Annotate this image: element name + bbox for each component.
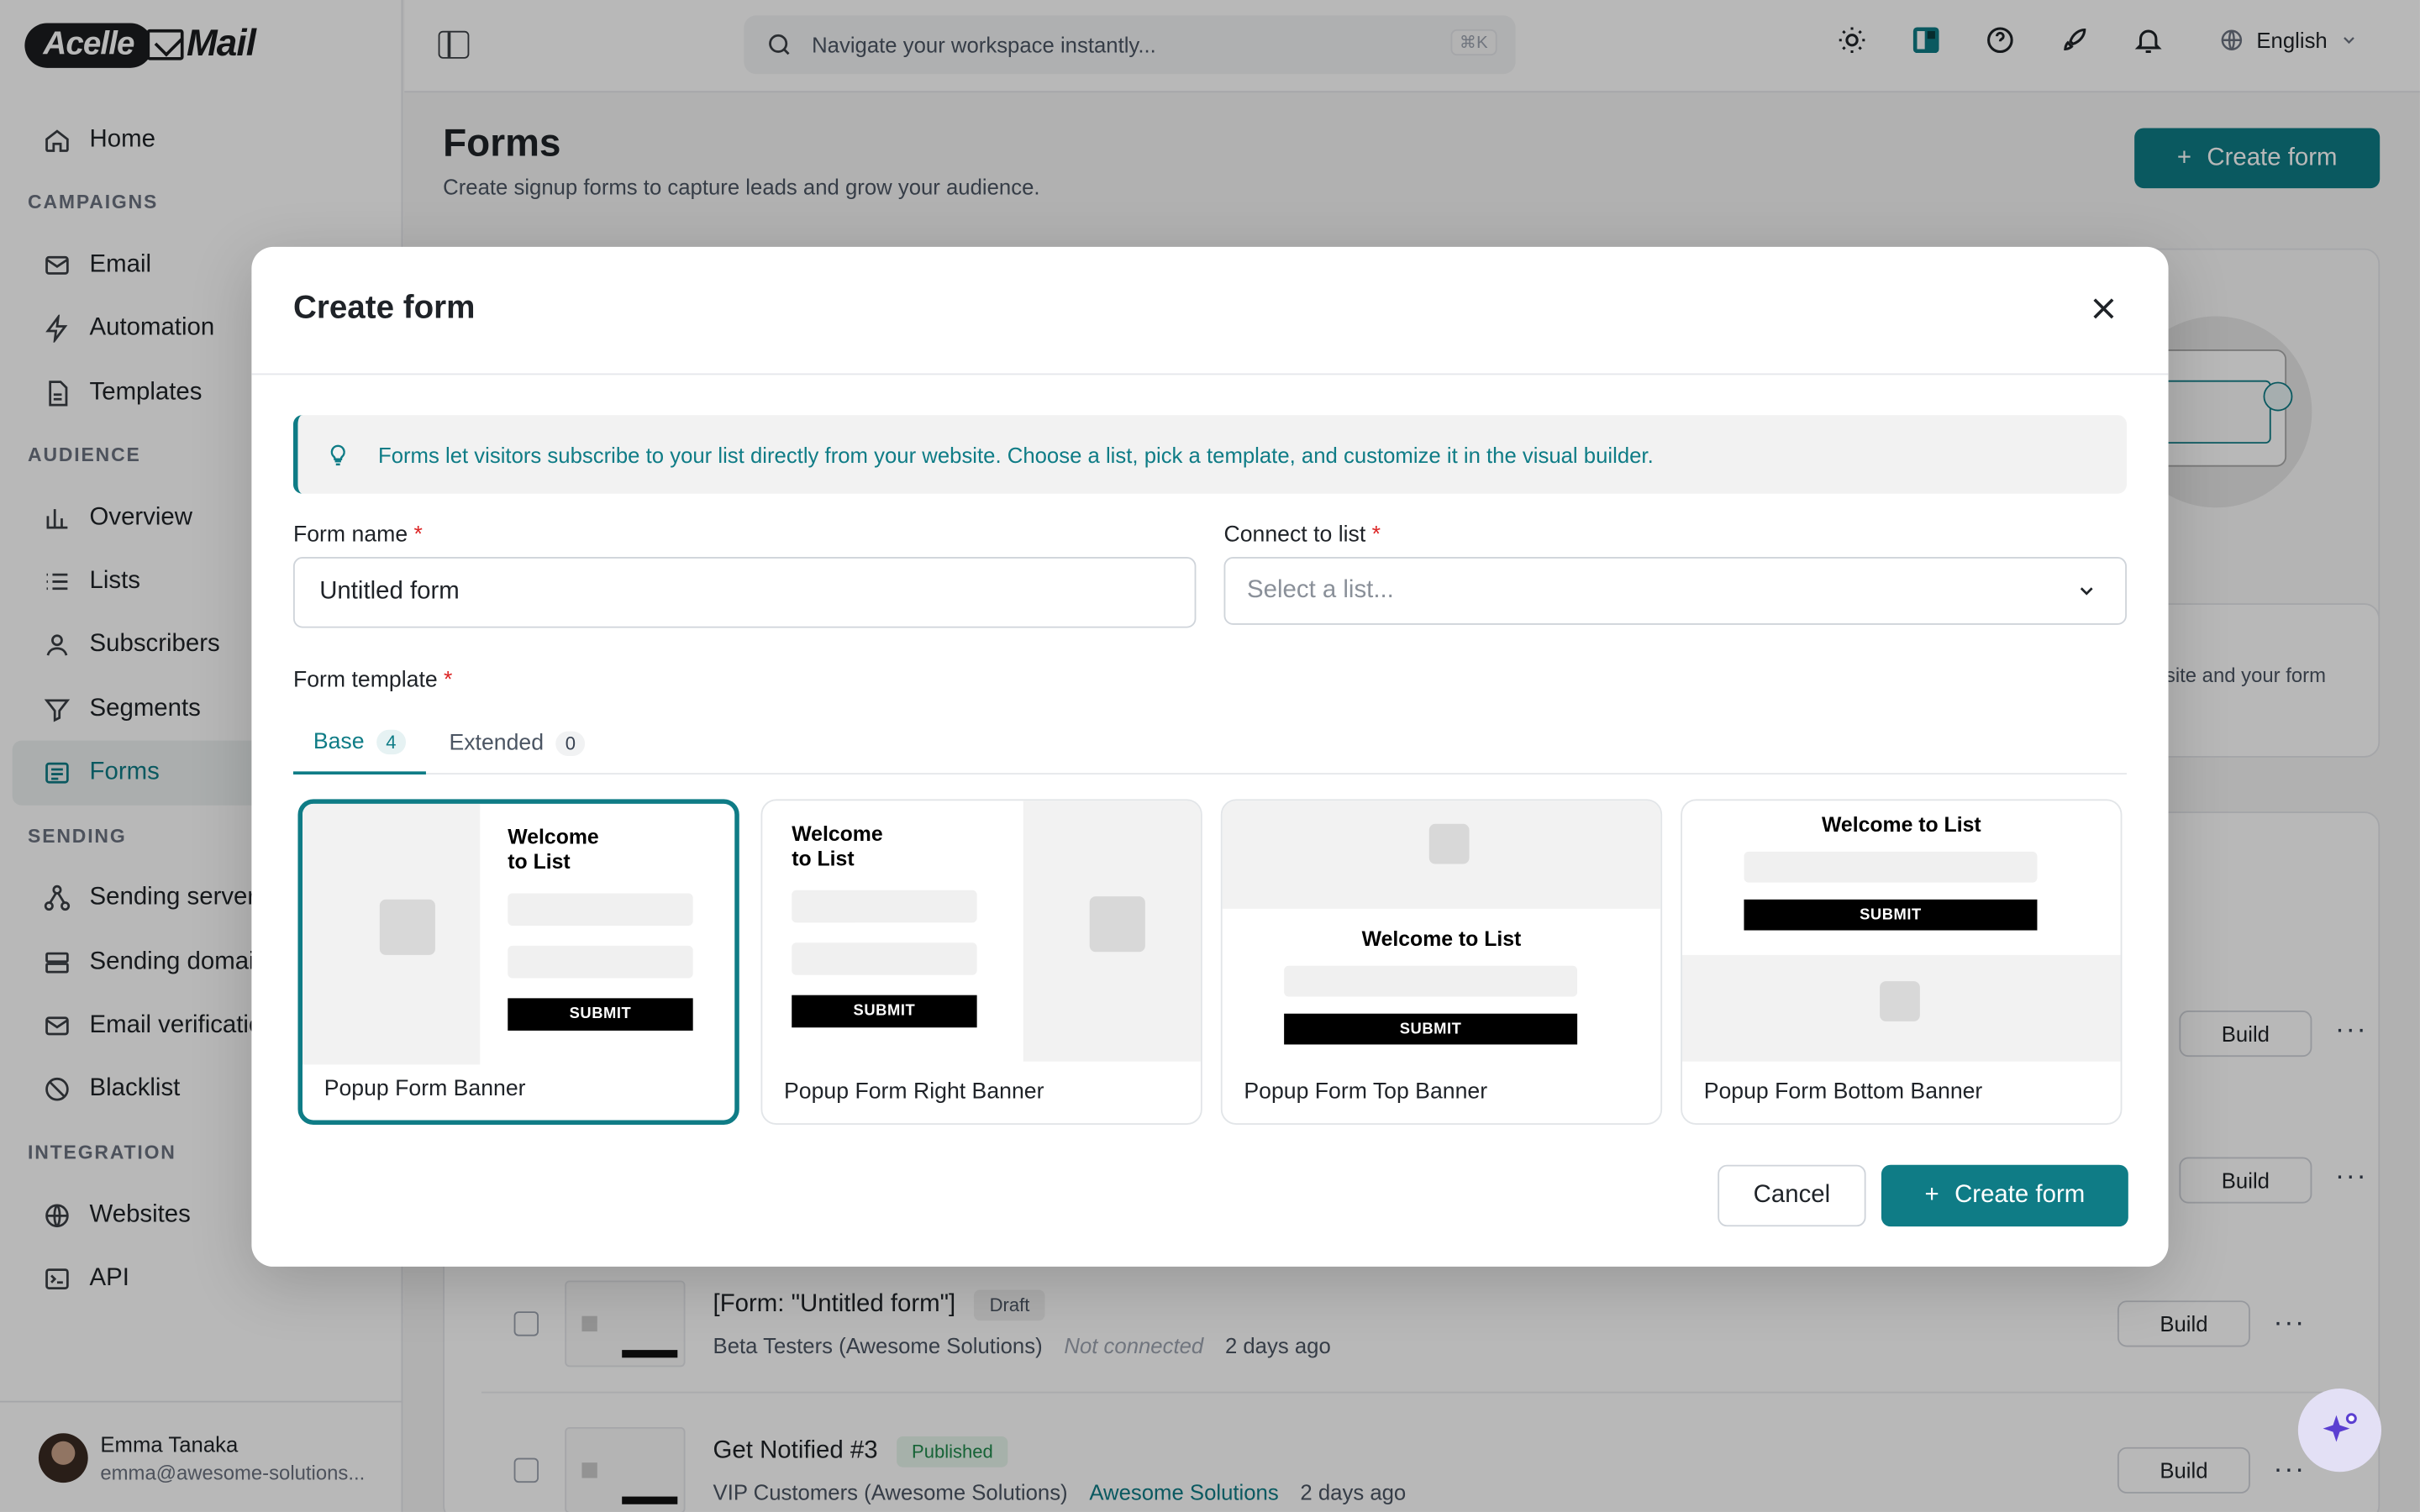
ai-assistant-button[interactable] (2297, 1389, 2382, 1473)
image-placeholder-icon (1413, 823, 1470, 889)
template-label-text: Form template (292, 668, 438, 693)
create-form-submit-label: Create form (1954, 1181, 2086, 1209)
template-card-popup-form-bottom-banner[interactable]: Welcome to List SUBMIT Popup Form Bottom… (1681, 799, 2123, 1125)
info-text: Forms let visitors subscribe to your lis… (377, 442, 1654, 467)
form-name-label: Form name * (293, 523, 423, 548)
list-label: Connect to list * (1224, 523, 1381, 548)
sparkle-icon (2323, 1413, 2357, 1442)
template-name: Popup Form Bottom Banner (1703, 1079, 1983, 1105)
form-name-label-text: Form name (292, 522, 408, 549)
template-name: Popup Form Right Banner (784, 1079, 1044, 1105)
field-placeholder (1284, 965, 1578, 997)
template-label: Form template * (293, 668, 452, 692)
modal-footer: Cancel + Create form (1718, 1164, 2128, 1227)
image-placeholder-icon (1074, 896, 1145, 962)
welcome-line: to List (508, 850, 571, 874)
info-banner: Forms let visitors subscribe to your lis… (292, 415, 2127, 494)
required-mark: * (1371, 522, 1381, 549)
required-mark: * (444, 668, 453, 693)
list-select-placeholder: Select a list... (1247, 576, 1394, 604)
app-root: Acelle Mail Home CAMPAIGNS Email Automat… (0, 0, 2420, 1512)
template-tabs: Base 4 Extended 0 (292, 713, 2127, 775)
welcome-line: Welcome (792, 822, 883, 846)
template-card-popup-form-banner[interactable]: Welcome to List SUBMIT Popup Form Banner (297, 799, 739, 1125)
submit-preview: SUBMIT (508, 998, 693, 1031)
create-form-submit-button[interactable]: + Create form (1881, 1164, 2128, 1227)
list-select[interactable]: Select a list... (1223, 557, 2127, 625)
form-name-input[interactable]: Untitled form (292, 557, 1197, 628)
modal-header: Create form (251, 247, 2169, 375)
image-placeholder-icon (364, 899, 435, 964)
template-welcome: Welcome to List (1821, 812, 1981, 837)
tab-base[interactable]: Base 4 (292, 713, 426, 775)
cancel-button[interactable]: Cancel (1718, 1164, 1866, 1227)
close-icon[interactable] (2088, 293, 2119, 324)
welcome-line: to List (792, 847, 855, 870)
plus-icon: + (1924, 1181, 1939, 1209)
submit-preview: SUBMIT (792, 995, 977, 1028)
field-placeholder (508, 893, 693, 927)
template-welcome: Welcome to List (1361, 927, 1522, 951)
template-welcome: Welcome to List (508, 826, 598, 875)
required-mark: * (413, 522, 423, 549)
template-welcome: Welcome to List (792, 822, 882, 872)
tab-count: 4 (376, 729, 406, 755)
submit-preview: SUBMIT (1284, 1013, 1578, 1045)
form-name-value: Untitled form (319, 578, 460, 605)
tab-extended[interactable]: Extended 0 (449, 713, 586, 774)
lightbulb-icon (330, 444, 345, 465)
tab-count: 0 (555, 731, 586, 756)
field-placeholder (792, 890, 977, 923)
tab-label: Base (313, 729, 365, 755)
image-placeholder-icon (1864, 981, 1920, 1047)
template-card-popup-form-top-banner[interactable]: Welcome to List SUBMIT Popup Form Top Ba… (1220, 799, 1663, 1125)
template-card-popup-form-right-banner[interactable]: Welcome to List SUBMIT Popup Form Right B… (760, 799, 1202, 1125)
chevron-down-icon (2080, 587, 2093, 596)
modal-title: Create form (292, 290, 476, 326)
tab-label: Extended (449, 731, 544, 756)
template-name: Popup Form Top Banner (1244, 1079, 1488, 1105)
list-label-text: Connect to list (1223, 522, 1366, 549)
create-form-modal: Create form Forms let visitors subscribe… (251, 246, 2169, 1267)
field-placeholder (508, 945, 693, 979)
welcome-line: Welcome (508, 825, 599, 849)
field-placeholder (1744, 851, 2038, 883)
template-name: Popup Form Banner (324, 1077, 526, 1102)
field-placeholder (792, 942, 977, 975)
cancel-label: Cancel (1753, 1181, 1831, 1209)
submit-preview: SUBMIT (1744, 899, 2038, 931)
